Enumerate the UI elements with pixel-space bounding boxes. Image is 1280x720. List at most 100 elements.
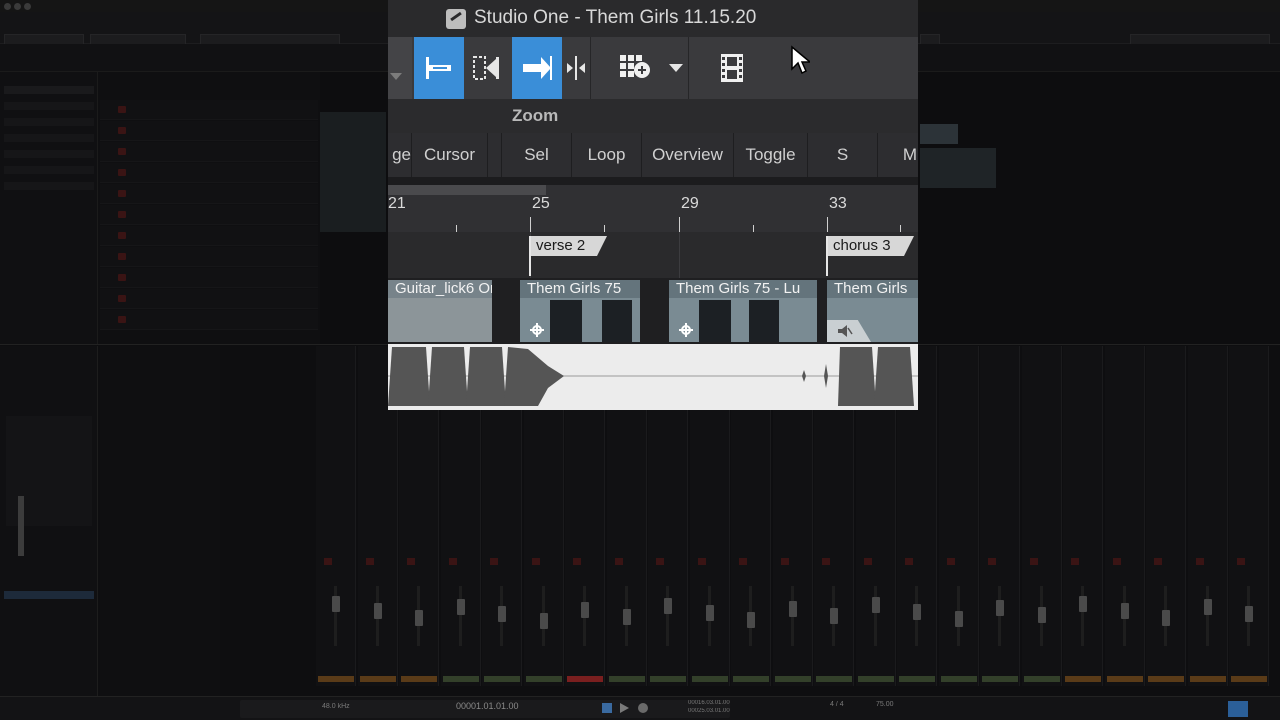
gear-icon[interactable] bbox=[679, 323, 693, 337]
zoom-overview-button[interactable]: Overview bbox=[642, 133, 734, 177]
fader-cap[interactable] bbox=[705, 605, 714, 621]
mute-button[interactable] bbox=[822, 558, 830, 565]
fader-cap[interactable] bbox=[913, 604, 921, 620]
close-window-icon[interactable] bbox=[4, 3, 11, 10]
split-tool-button[interactable] bbox=[464, 37, 510, 99]
arrange-event[interactable] bbox=[920, 124, 958, 144]
track-row[interactable] bbox=[100, 310, 318, 330]
track-row[interactable] bbox=[100, 289, 318, 309]
mix-button[interactable] bbox=[1228, 701, 1248, 717]
mute-button[interactable] bbox=[946, 558, 955, 565]
stop-icon[interactable] bbox=[602, 703, 612, 713]
channel-strip[interactable] bbox=[938, 346, 979, 686]
fader-cap[interactable] bbox=[871, 597, 880, 613]
mute-button[interactable] bbox=[1112, 558, 1121, 565]
fader-cap[interactable] bbox=[830, 608, 838, 624]
mute-button[interactable] bbox=[118, 253, 126, 260]
mute-button[interactable] bbox=[118, 232, 126, 239]
mute-button[interactable] bbox=[1071, 558, 1079, 565]
channel-strip[interactable] bbox=[316, 346, 356, 686]
fader-cap[interactable] bbox=[332, 596, 340, 612]
mute-button[interactable] bbox=[1195, 558, 1204, 565]
fader-cap[interactable] bbox=[1037, 607, 1046, 623]
fader-cap[interactable] bbox=[539, 613, 548, 629]
play-icon[interactable] bbox=[620, 703, 629, 713]
mute-button[interactable] bbox=[739, 558, 747, 565]
marker-verse-2[interactable]: verse 2 bbox=[531, 236, 607, 256]
mute-button[interactable] bbox=[118, 148, 126, 155]
track-row[interactable] bbox=[100, 100, 318, 120]
audio-event[interactable]: Them Girls 75 - Lu bbox=[669, 280, 817, 342]
audio-event[interactable]: Them Girls bbox=[827, 280, 918, 342]
mute-button[interactable] bbox=[780, 558, 789, 565]
mute-button[interactable] bbox=[448, 558, 457, 565]
track-row[interactable] bbox=[100, 142, 318, 162]
marker-chorus-3[interactable]: chorus 3 bbox=[828, 236, 914, 256]
channel-strip[interactable] bbox=[1104, 346, 1145, 686]
mute-button[interactable] bbox=[988, 558, 996, 565]
mute-button[interactable] bbox=[324, 558, 332, 565]
zoom-s-button[interactable]: S bbox=[808, 133, 878, 177]
track-row[interactable] bbox=[100, 226, 318, 246]
track-row[interactable] bbox=[100, 121, 318, 141]
fader-cap[interactable] bbox=[1162, 610, 1170, 626]
mute-button[interactable] bbox=[118, 316, 126, 323]
mute-button[interactable] bbox=[1029, 558, 1038, 565]
arrange-event[interactable] bbox=[320, 112, 386, 232]
mute-button[interactable] bbox=[118, 190, 126, 197]
zoom-loop-button[interactable]: Loop bbox=[572, 133, 642, 177]
channel-strip[interactable] bbox=[1229, 346, 1269, 686]
fader-cap[interactable] bbox=[996, 600, 1004, 616]
mute-button[interactable] bbox=[573, 558, 581, 565]
fader-cap[interactable] bbox=[747, 612, 755, 628]
add-grid-button[interactable] bbox=[614, 37, 658, 99]
minimize-window-icon[interactable] bbox=[14, 3, 21, 10]
mute-button[interactable] bbox=[863, 558, 872, 565]
split-cursor-button[interactable] bbox=[562, 37, 590, 99]
fader-cap[interactable] bbox=[498, 606, 506, 622]
fader-cap[interactable] bbox=[456, 599, 465, 615]
mute-button[interactable] bbox=[697, 558, 706, 565]
loop-range[interactable] bbox=[388, 185, 546, 195]
mute-button[interactable] bbox=[118, 295, 126, 302]
fader-cap[interactable] bbox=[581, 602, 589, 618]
video-button[interactable] bbox=[710, 37, 754, 99]
waveform-overview[interactable] bbox=[388, 344, 918, 410]
mute-button[interactable] bbox=[1237, 558, 1245, 565]
fader-cap[interactable] bbox=[1079, 596, 1087, 612]
channel-strip[interactable] bbox=[1021, 346, 1062, 686]
track-row[interactable] bbox=[100, 163, 318, 183]
track-row[interactable] bbox=[100, 268, 318, 288]
arrange-event[interactable] bbox=[920, 148, 996, 188]
tool-dropdown[interactable] bbox=[388, 37, 412, 99]
fader-cap[interactable] bbox=[664, 598, 672, 614]
track-row[interactable] bbox=[100, 184, 318, 204]
mute-button[interactable] bbox=[490, 558, 498, 565]
mute-button[interactable] bbox=[118, 274, 126, 281]
mute-button[interactable] bbox=[1154, 558, 1162, 565]
speaker-mute-icon[interactable] bbox=[837, 324, 853, 338]
channel-strip[interactable] bbox=[980, 346, 1020, 686]
zoom-m-button[interactable]: M bbox=[878, 133, 918, 177]
fader-cap[interactable] bbox=[1120, 603, 1129, 619]
track-row[interactable] bbox=[100, 205, 318, 225]
fader-cap[interactable] bbox=[1245, 606, 1253, 622]
fader-cap[interactable] bbox=[373, 603, 382, 619]
mute-button[interactable] bbox=[365, 558, 374, 565]
mute-button[interactable] bbox=[118, 211, 126, 218]
zoom-window-icon[interactable] bbox=[24, 3, 31, 10]
zoom-range-button[interactable]: ge bbox=[388, 133, 412, 177]
mute-button[interactable] bbox=[614, 558, 623, 565]
fader-cap[interactable] bbox=[1203, 599, 1212, 615]
mute-button[interactable] bbox=[118, 106, 126, 113]
audio-event[interactable]: Them Girls 75 bbox=[520, 280, 640, 342]
fader-cap[interactable] bbox=[788, 601, 797, 617]
fader-cap[interactable] bbox=[954, 611, 963, 627]
mute-button[interactable] bbox=[656, 558, 664, 565]
mute-button[interactable] bbox=[118, 127, 126, 134]
mute-button[interactable] bbox=[905, 558, 913, 565]
grid-options-dropdown[interactable] bbox=[664, 37, 688, 99]
fader-cap[interactable] bbox=[415, 610, 423, 626]
mute-button[interactable] bbox=[407, 558, 415, 565]
fader-cap[interactable] bbox=[622, 609, 631, 625]
